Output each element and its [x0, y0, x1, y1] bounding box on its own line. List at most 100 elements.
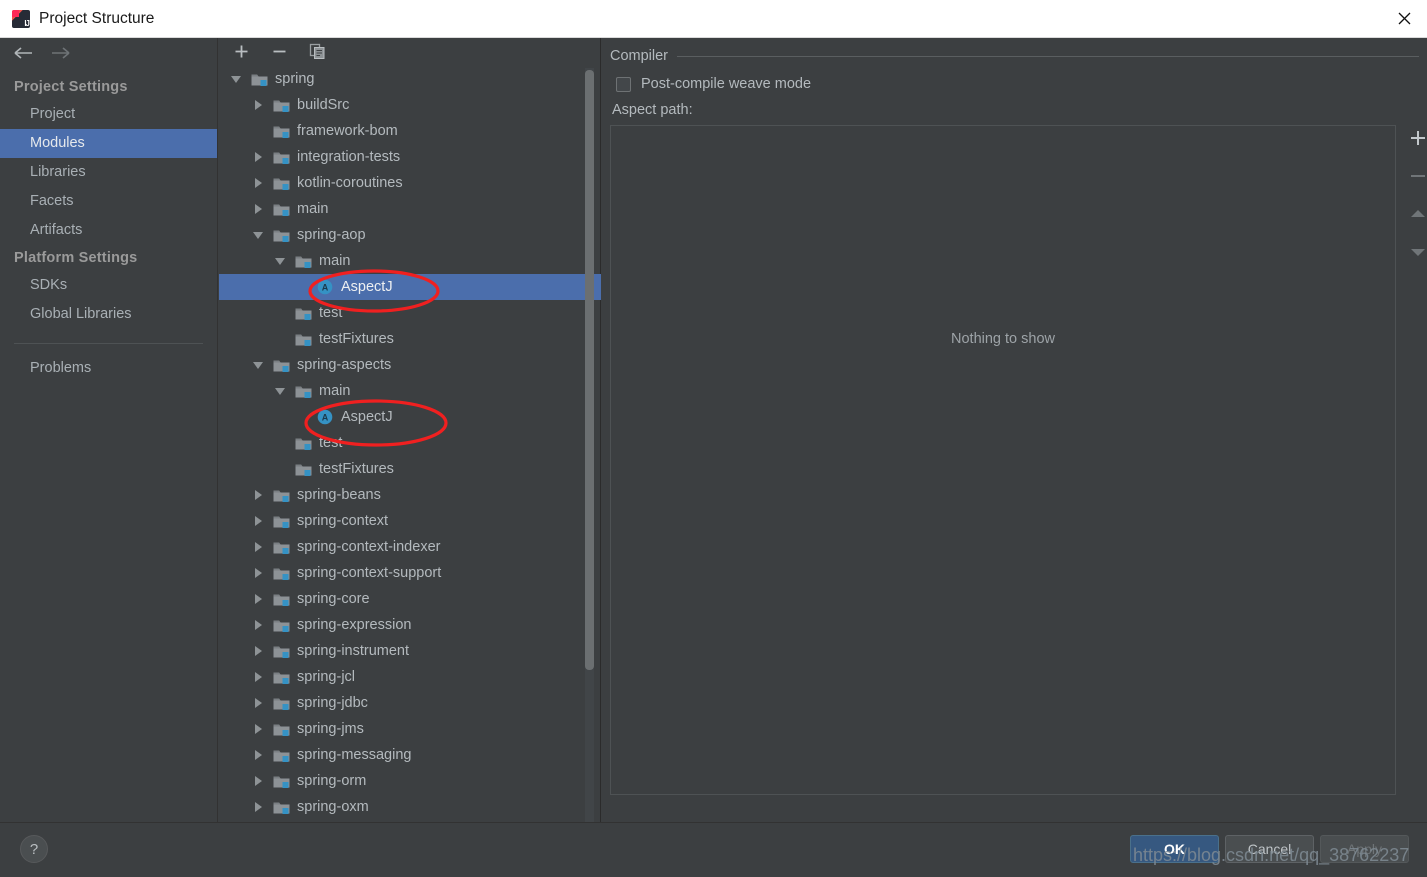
chevron-right-icon[interactable]: [253, 645, 266, 658]
sidebar-item-modules[interactable]: Modules: [0, 129, 217, 158]
sidebar-item-facets[interactable]: Facets: [0, 187, 217, 216]
tree-row[interactable]: A AspectJ: [219, 274, 601, 300]
tree-row-label: test: [319, 305, 343, 321]
tree-row[interactable]: spring-aspects: [219, 352, 601, 378]
tree-row[interactable]: A AspectJ: [219, 404, 601, 430]
sidebar-list: Project Settings Project Modules Librari…: [0, 74, 217, 383]
chevron-right-icon[interactable]: [253, 723, 266, 736]
add-aspect-path-button[interactable]: [1407, 128, 1427, 148]
tree-row-label: spring-jms: [297, 721, 364, 737]
sidebar-item-sdks[interactable]: SDKs: [0, 271, 217, 300]
apply-button[interactable]: Apply: [1320, 835, 1409, 863]
aspectj-icon: A: [317, 409, 341, 425]
tree-row-label: spring-context-indexer: [297, 539, 441, 555]
tree-row[interactable]: spring-jdbc: [219, 690, 601, 716]
tree-row[interactable]: spring-expression: [219, 612, 601, 638]
chevron-right-icon[interactable]: [253, 775, 266, 788]
module-folder-icon: [273, 126, 290, 138]
tree-row[interactable]: spring-messaging: [219, 742, 601, 768]
tree-row[interactable]: spring-context-support: [219, 560, 601, 586]
tree-row[interactable]: integration-tests: [219, 144, 601, 170]
chevron-right-icon[interactable]: [253, 203, 266, 216]
tree-row-label: spring-expression: [297, 617, 412, 633]
tree-row[interactable]: main: [219, 248, 601, 274]
chevron-right-icon[interactable]: [253, 99, 266, 112]
sidebar-group-project-settings: Project Settings: [14, 79, 128, 95]
module-folder-icon: [273, 750, 290, 762]
module-folder-icon: [295, 438, 312, 450]
remove-module-button[interactable]: [269, 41, 289, 61]
sidebar-item-libraries[interactable]: Libraries: [0, 158, 217, 187]
tree-row[interactable]: spring-jms: [219, 716, 601, 742]
tree-row[interactable]: spring-context: [219, 508, 601, 534]
chevron-right-icon[interactable]: [253, 671, 266, 684]
tree-row-label: integration-tests: [297, 149, 401, 165]
chevron-right-icon[interactable]: [253, 151, 266, 164]
chevron-right-icon[interactable]: [253, 619, 266, 632]
module-folder-icon: [273, 698, 290, 710]
cancel-button[interactable]: Cancel: [1225, 835, 1314, 863]
chevron-right-icon[interactable]: [253, 541, 266, 554]
sidebar-item-project[interactable]: Project: [0, 100, 217, 129]
sidebar-item-problems[interactable]: Problems: [0, 354, 217, 383]
arrow-right-icon[interactable]: [50, 46, 72, 60]
tree-row[interactable]: framework-bom: [219, 118, 601, 144]
tree-row[interactable]: main: [219, 378, 601, 404]
sidebar-item-artifacts[interactable]: Artifacts: [0, 216, 217, 245]
chevron-down-icon[interactable]: [253, 359, 266, 372]
module-folder-icon: [273, 566, 297, 581]
tree-row[interactable]: test: [219, 300, 601, 326]
module-folder-icon: [295, 256, 312, 268]
chevron-right-icon[interactable]: [253, 697, 266, 710]
chevron-down-icon[interactable]: [253, 229, 266, 242]
tree-row[interactable]: buildSrc: [219, 92, 601, 118]
tree-row[interactable]: test: [219, 430, 601, 456]
post-compile-weave-mode-checkbox[interactable]: [616, 76, 631, 92]
tree-row[interactable]: spring-jcl: [219, 664, 601, 690]
chevron-down-icon[interactable]: [275, 255, 288, 268]
ok-button[interactable]: OK: [1130, 835, 1219, 863]
modules-tree[interactable]: spring buildSrc framework-bom integration-t…: [219, 66, 601, 822]
module-folder-icon: [273, 646, 290, 658]
chevron-right-icon[interactable]: [253, 515, 266, 528]
tree-row-label: spring-context-support: [297, 565, 442, 581]
module-folder-icon: [273, 592, 297, 607]
move-up-aspect-path-button[interactable]: [1407, 204, 1427, 224]
sidebar-group-platform-settings: Platform Settings: [14, 250, 138, 266]
help-button[interactable]: ?: [20, 835, 48, 863]
tree-row[interactable]: spring-orm: [219, 768, 601, 794]
module-folder-icon: [273, 542, 290, 554]
chevron-right-icon[interactable]: [253, 567, 266, 580]
close-button[interactable]: [1381, 0, 1427, 37]
arrow-left-icon[interactable]: [12, 46, 34, 60]
tree-row[interactable]: spring-beans: [219, 482, 601, 508]
remove-aspect-path-button[interactable]: [1407, 166, 1427, 186]
chevron-down-icon[interactable]: [231, 73, 244, 86]
chevron-right-icon[interactable]: [253, 593, 266, 606]
tree-row-label: test: [319, 435, 343, 451]
tree-row[interactable]: spring-core: [219, 586, 601, 612]
tree-row[interactable]: spring-instrument: [219, 638, 601, 664]
add-module-button[interactable]: [231, 41, 251, 61]
tree-row[interactable]: testFixtures: [219, 456, 601, 482]
tree-row[interactable]: kotlin-coroutines: [219, 170, 601, 196]
tree-scrollbar-thumb[interactable]: [585, 70, 594, 670]
sidebar-item-global-libraries[interactable]: Global Libraries: [0, 300, 217, 329]
sidebar-navigation: [0, 38, 217, 68]
chevron-down-icon[interactable]: [275, 385, 288, 398]
move-down-aspect-path-button[interactable]: [1407, 242, 1427, 262]
tree-row[interactable]: testFixtures: [219, 326, 601, 352]
copy-module-button[interactable]: [307, 41, 327, 61]
post-compile-weave-mode-row[interactable]: Post-compile weave mode: [616, 76, 1419, 92]
chevron-right-icon[interactable]: [253, 801, 266, 814]
tree-row[interactable]: spring: [219, 66, 601, 92]
chevron-right-icon[interactable]: [253, 749, 266, 762]
aspect-path-list[interactable]: Nothing to show: [610, 125, 1396, 795]
chevron-right-icon[interactable]: [253, 489, 266, 502]
tree-row[interactable]: spring-context-indexer: [219, 534, 601, 560]
tree-row[interactable]: main: [219, 196, 601, 222]
tree-row[interactable]: spring-oxm: [219, 794, 601, 820]
chevron-right-icon[interactable]: [253, 177, 266, 190]
tree-row[interactable]: spring-aop: [219, 222, 601, 248]
